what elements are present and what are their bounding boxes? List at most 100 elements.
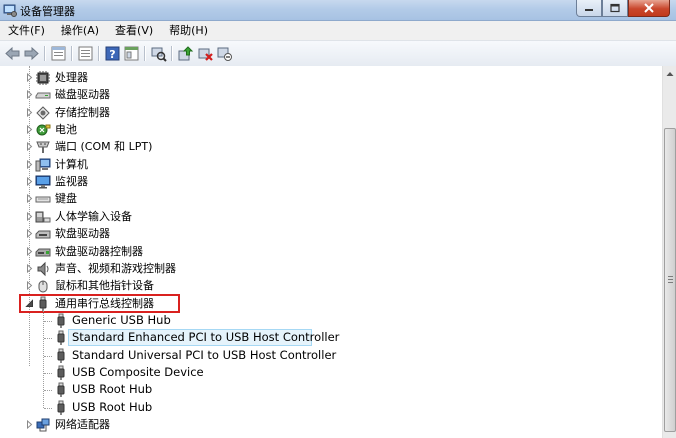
usb-device-icon [53, 365, 69, 381]
category-label: 声音、视频和游戏控制器 [55, 261, 176, 275]
usb-device-item[interactable]: Standard Universal PCI to USB Host Contr… [0, 347, 662, 364]
hid-icon [35, 209, 51, 225]
menu-bar: 文件(F) 操作(A) 查看(V) 帮助(H) [0, 21, 676, 40]
usb-device-label: Generic USB Hub [72, 312, 171, 327]
scrollbar-thumb[interactable] [664, 128, 676, 432]
tree-category-hid[interactable]: 人体学输入设备 [0, 208, 662, 225]
properties-icon[interactable] [50, 45, 67, 62]
usb-device-icon [53, 313, 69, 329]
expand-icon[interactable] [25, 194, 34, 204]
close-icon [644, 3, 654, 13]
device-manager-icon [3, 3, 17, 17]
usb-device-item[interactable]: USB Root Hub [0, 381, 662, 398]
processor-icon [35, 70, 51, 86]
back-icon[interactable] [4, 45, 21, 62]
tree-category-battery[interactable]: 电池 [0, 121, 662, 138]
disk-drive-icon [35, 87, 51, 103]
category-label: 软盘驱动器控制器 [55, 244, 143, 258]
close-button[interactable] [628, 0, 670, 17]
tree-category-keyboard[interactable]: 键盘 [0, 190, 662, 207]
show-hide-icon[interactable] [123, 45, 140, 62]
tree-category-sound[interactable]: 声音、视频和游戏控制器 [0, 260, 662, 277]
title-bar: 设备管理器 [0, 0, 676, 21]
usb-device-icon [53, 330, 69, 346]
expand-icon[interactable] [25, 73, 34, 82]
window-title: 设备管理器 [20, 5, 75, 18]
update-driver-icon[interactable] [177, 45, 194, 62]
tree-category-floppy-drive[interactable]: 软盘驱动器 [0, 225, 662, 242]
tree-category-processor[interactable]: 处理器 [0, 69, 662, 86]
floppy-controller-icon [35, 244, 51, 260]
tree-category-floppy-controller[interactable]: 软盘驱动器控制器 [0, 243, 662, 260]
category-label: 磁盘驱动器 [55, 88, 110, 102]
tree-category-monitor[interactable]: 监视器 [0, 173, 662, 190]
tree-category-port[interactable]: 端口 (COM 和 LPT) [0, 138, 662, 155]
expand-icon[interactable] [25, 263, 34, 273]
monitor-icon [35, 174, 51, 190]
forward-icon[interactable] [23, 45, 40, 62]
expand-icon[interactable] [25, 125, 34, 135]
category-label: 网络适配器 [55, 418, 110, 431]
expand-icon[interactable] [25, 229, 34, 239]
network-adapter-icon [35, 417, 51, 433]
tree-category-network-adapter[interactable]: 网络适配器 [0, 416, 662, 433]
usb-device-label: Standard Universal PCI to USB Host Contr… [72, 347, 337, 362]
category-label: 端口 (COM 和 LPT) [55, 140, 153, 154]
vertical-scrollbar[interactable] [662, 66, 676, 438]
category-label: 软盘驱动器 [55, 227, 110, 241]
category-label: 键盘 [55, 192, 77, 206]
menu-view[interactable]: 查看(V) [107, 21, 161, 40]
storage-controller-icon [35, 105, 51, 121]
category-label: 处理器 [55, 71, 88, 84]
usb-device-icon [53, 348, 69, 364]
tree-category-storage-controller[interactable]: 存储控制器 [0, 104, 662, 121]
usb-device-icon [53, 400, 69, 416]
disable-icon[interactable] [216, 45, 233, 62]
category-label: 人体学输入设备 [55, 209, 132, 223]
uninstall-icon[interactable] [197, 45, 214, 62]
expand-icon[interactable] [25, 281, 34, 291]
usb-device-item[interactable]: USB Composite Device [0, 364, 662, 381]
expand-icon[interactable] [25, 90, 34, 100]
expand-icon[interactable] [25, 211, 34, 221]
usb-device-item[interactable]: Generic USB Hub [0, 312, 662, 329]
category-label: 监视器 [55, 175, 88, 189]
mouse-icon [35, 278, 51, 294]
expand-icon[interactable] [25, 246, 34, 256]
maximize-button[interactable] [602, 0, 628, 17]
usb-device-item[interactable]: Standard Enhanced PCI to USB Host Contro… [0, 329, 662, 347]
expand-icon[interactable] [25, 107, 34, 117]
menu-action[interactable]: 操作(A) [53, 21, 107, 40]
expand-icon[interactable] [25, 142, 34, 152]
device-tree: 处理器磁盘驱动器存储控制器电池端口 (COM 和 LPT) 计算机监视器键盘人体学… [0, 66, 662, 438]
computer-icon [35, 157, 51, 173]
menu-help[interactable]: 帮助(H) [161, 21, 216, 40]
tree-category-mouse[interactable]: 鼠标和其他指针设备 [0, 277, 662, 294]
usb-device-icon [53, 382, 69, 398]
usb-device-label: Standard Enhanced PCI to USB Host Contro… [72, 330, 340, 345]
expand-icon[interactable] [25, 177, 34, 187]
usb-device-label: USB Root Hub [72, 382, 153, 397]
maximize-icon [610, 3, 620, 13]
svg-text:?: ? [109, 48, 115, 61]
minimize-icon [585, 9, 593, 11]
usb-device-label: USB Composite Device [72, 364, 204, 379]
category-label: 存储控制器 [55, 105, 110, 119]
scroll-up-icon[interactable] [663, 66, 676, 82]
help-icon[interactable]: ? [104, 45, 121, 62]
floppy-drive-icon [35, 226, 51, 242]
category-label: 鼠标和其他指针设备 [55, 279, 154, 293]
minimize-button[interactable] [576, 0, 602, 17]
keyboard-icon [35, 191, 51, 207]
expand-icon[interactable] [25, 420, 34, 429]
sound-icon [35, 261, 51, 277]
tree-category-disk-drive[interactable]: 磁盘驱动器 [0, 86, 662, 103]
expand-icon[interactable] [25, 159, 34, 169]
menu-file[interactable]: 文件(F) [0, 21, 53, 40]
tree-category-computer[interactable]: 计算机 [0, 156, 662, 173]
usb-device-label: USB Root Hub [72, 399, 153, 414]
console-tree-icon[interactable] [77, 45, 94, 62]
scan-hardware-icon[interactable] [150, 45, 167, 62]
usb-device-item[interactable]: USB Root Hub [0, 399, 662, 416]
toolbar: ? [0, 40, 676, 67]
